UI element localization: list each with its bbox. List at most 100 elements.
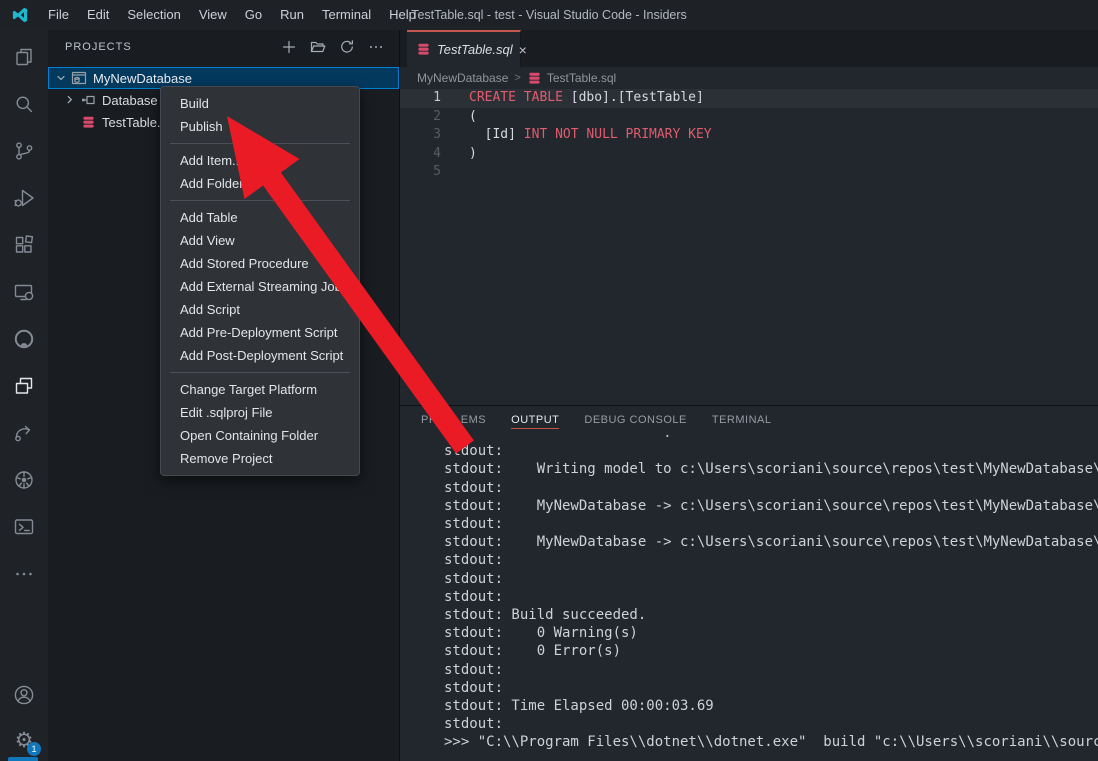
- code-line-4: 4): [400, 145, 1098, 164]
- panel-tab-output[interactable]: OUTPUT: [511, 411, 559, 429]
- output-line: stdout:: [444, 515, 1098, 533]
- context-menu-separator: [170, 372, 350, 373]
- menubar-item-selection[interactable]: Selection: [118, 0, 189, 30]
- menubar-item-run[interactable]: Run: [271, 0, 313, 30]
- more-views-icon[interactable]: [11, 561, 37, 587]
- context-menu-item-add-post-deployment-script[interactable]: Add Post-Deployment Script: [161, 344, 359, 367]
- output-line: stdout: Time Elapsed 00:00:03.69: [444, 697, 1098, 715]
- output-line: stdout:: [444, 479, 1098, 497]
- explorer-icon[interactable]: [11, 44, 37, 70]
- breadcrumb-item-mynewdatabase[interactable]: MyNewDatabase: [417, 71, 508, 85]
- breadcrumb-label: TestTable.sql: [547, 71, 616, 85]
- sidebar-title: PROJECTS: [65, 41, 132, 53]
- settings-badge: 1: [27, 742, 41, 756]
- code-text: [446, 163, 469, 182]
- code-text: CREATE TABLE [dbo].[TestTable]: [446, 89, 704, 108]
- output-line: stdout:: [444, 570, 1098, 588]
- output-clipped-line: ‾‾ ‾‾ . ‾: [444, 434, 1098, 442]
- database-file-icon: [415, 42, 431, 58]
- bottom-panel: PROBLEMS OUTPUT DEBUG CONSOLE TERMINAL ‾‾ ‾…: [400, 405, 1098, 761]
- context-menu-item-add-pre-deployment-script[interactable]: Add Pre-Deployment Script: [161, 321, 359, 344]
- run-debug-icon[interactable]: [11, 185, 37, 211]
- context-menu-item-add-table[interactable]: Add Table: [161, 206, 359, 229]
- line-number: 5: [400, 163, 446, 182]
- breadcrumb-label: MyNewDatabase: [417, 71, 508, 85]
- context-menu-item-add-script[interactable]: Add Script: [161, 298, 359, 321]
- database-projects-icon[interactable]: [11, 373, 37, 399]
- code-token: [Id]: [469, 127, 524, 142]
- project-icon: [71, 70, 87, 86]
- tab-testtable-sql[interactable]: TestTable.sql ×: [407, 30, 521, 67]
- add-project-icon[interactable]: [280, 38, 298, 56]
- chevron-right-icon[interactable]: [62, 92, 78, 108]
- settings-gear-icon[interactable]: ⚙1: [11, 727, 37, 753]
- context-menu-item-add-stored-procedure[interactable]: Add Stored Procedure: [161, 252, 359, 275]
- close-icon[interactable]: ×: [519, 43, 527, 57]
- panel-tab-bar: PROBLEMS OUTPUT DEBUG CONSOLE TERMINAL: [400, 406, 1098, 434]
- context-menu-item-change-target-platform[interactable]: Change Target Platform: [161, 378, 359, 401]
- kubernetes-icon[interactable]: [11, 467, 37, 493]
- tab-label: TestTable.sql: [437, 42, 513, 57]
- account-icon[interactable]: [11, 682, 37, 708]
- powershell-icon[interactable]: [11, 514, 37, 540]
- share-arrow-icon[interactable]: [11, 420, 37, 446]
- output-console[interactable]: ‾‾ ‾‾ . ‾stdout:stdout: Writing model to…: [400, 434, 1098, 761]
- extensions-icon[interactable]: [11, 232, 37, 258]
- database-file-icon: [527, 71, 542, 86]
- output-line: stdout:: [444, 715, 1098, 733]
- context-menu-item-add-view[interactable]: Add View: [161, 229, 359, 252]
- panel-tab-terminal[interactable]: TERMINAL: [712, 411, 772, 429]
- bottom-blue-indicator: [8, 757, 38, 761]
- more-actions-icon[interactable]: [367, 38, 385, 56]
- menubar-item-go[interactable]: Go: [236, 0, 271, 30]
- activity-bar: [0, 30, 48, 761]
- context-menu-separator: [170, 143, 350, 144]
- code-token: (: [469, 109, 477, 124]
- activity-bar-bottom: ⚙1: [0, 682, 48, 753]
- context-menu-item-add-item[interactable]: Add Item...: [161, 149, 359, 172]
- code-token: ): [469, 146, 477, 161]
- context-menu-item-open-containing-folder[interactable]: Open Containing Folder: [161, 424, 359, 447]
- open-folder-icon[interactable]: [309, 38, 327, 56]
- remote-explorer-icon[interactable]: [11, 279, 37, 305]
- search-icon[interactable]: [11, 91, 37, 117]
- menubar-item-terminal[interactable]: Terminal: [313, 0, 380, 30]
- output-line: stdout:: [444, 588, 1098, 606]
- chevron-down-icon[interactable]: [53, 70, 69, 86]
- menubar-item-file[interactable]: File: [39, 0, 78, 30]
- menubar-item-help[interactable]: Help: [380, 0, 425, 30]
- title-bar: FileEditSelectionViewGoRunTerminalHelp T…: [0, 0, 1098, 30]
- code-token: CREATE TABLE: [469, 90, 571, 105]
- context-menu-item-edit-sqlproj-file[interactable]: Edit .sqlproj File: [161, 401, 359, 424]
- breadcrumb-item-testtable-sql[interactable]: TestTable.sql: [527, 71, 616, 86]
- refresh-icon[interactable]: [338, 38, 356, 56]
- breadcrumb-separator: >: [514, 72, 520, 84]
- context-menu-item-publish[interactable]: Publish: [161, 115, 359, 138]
- github-icon[interactable]: [11, 326, 37, 352]
- output-line: stdout: MyNewDatabase -> c:\Users\scoria…: [444, 533, 1098, 551]
- code-text: ): [446, 145, 477, 164]
- context-menu-item-build[interactable]: Build: [161, 92, 359, 115]
- output-line: stdout: MyNewDatabase -> c:\Users\scoria…: [444, 497, 1098, 515]
- context-menu-item-add-folder[interactable]: Add Folder: [161, 172, 359, 195]
- vscode-insiders-logo-icon: [11, 6, 29, 24]
- menubar-item-edit[interactable]: Edit: [78, 0, 118, 30]
- output-line: stdout:: [444, 661, 1098, 679]
- output-line: >>> "C:\\Program Files\\dotnet\\dotnet.e…: [444, 733, 1098, 751]
- code-token: INT NOT NULL PRIMARY KEY: [524, 127, 712, 142]
- line-number: 2: [400, 108, 446, 127]
- code-text: [Id] INT NOT NULL PRIMARY KEY: [446, 126, 712, 145]
- source-control-icon[interactable]: [11, 138, 37, 164]
- context-menu-item-add-external-streaming-job[interactable]: Add External Streaming Job: [161, 275, 359, 298]
- output-line: stdout:: [444, 551, 1098, 569]
- code-line-3: 3 [Id] INT NOT NULL PRIMARY KEY: [400, 126, 1098, 145]
- editor-tab-bar: TestTable.sql ×: [400, 30, 1098, 67]
- menubar-item-view[interactable]: View: [190, 0, 236, 30]
- context-menu-item-remove-project[interactable]: Remove Project: [161, 447, 359, 470]
- output-line: stdout:: [444, 442, 1098, 460]
- code-editor[interactable]: 1CREATE TABLE [dbo].[TestTable]2(3 [Id] …: [400, 89, 1098, 405]
- panel-tab-problems[interactable]: PROBLEMS: [421, 411, 486, 429]
- code-text: (: [446, 108, 477, 127]
- panel-tab-debug-console[interactable]: DEBUG CONSOLE: [584, 411, 686, 429]
- sidebar-actions: [280, 38, 385, 56]
